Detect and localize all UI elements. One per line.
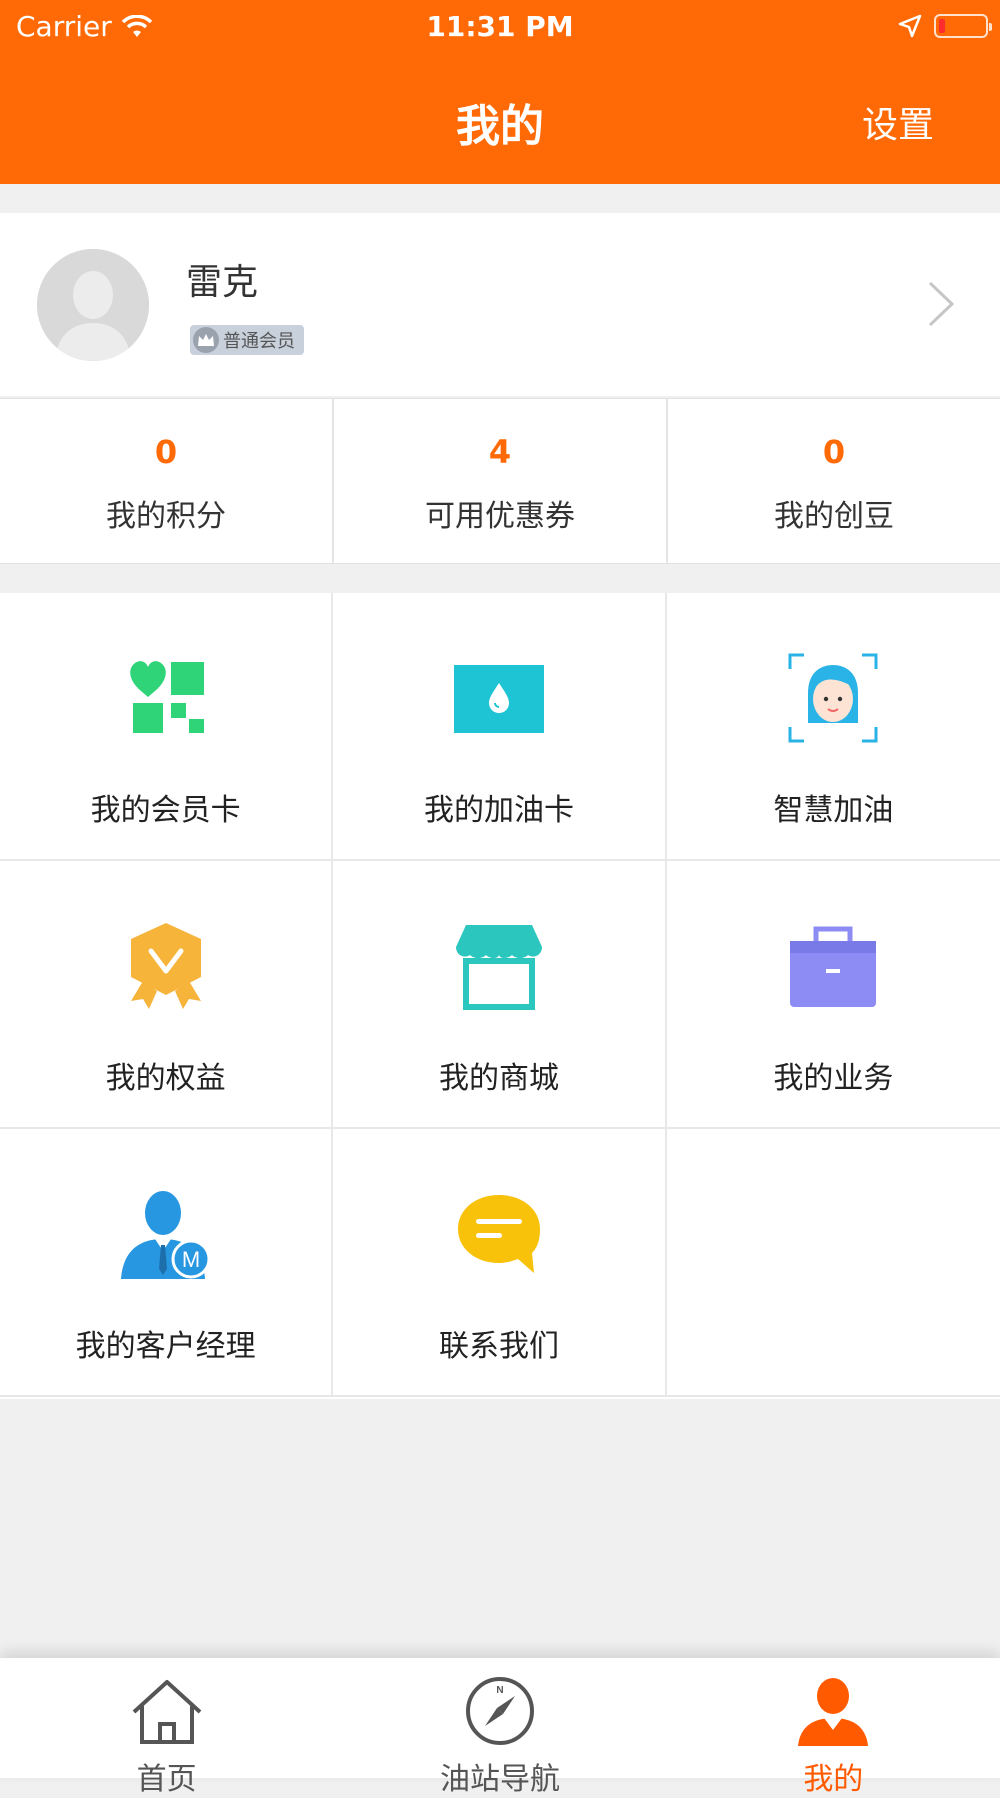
stat-label: 我的创豆 <box>774 499 894 534</box>
menu-item-label: 我的业务 <box>773 1061 894 1096</box>
shop-icon <box>455 925 542 1010</box>
status-bar: Carrier 11:31 PM <box>0 6 1000 46</box>
menu-item-label: 智慧加油 <box>773 793 894 828</box>
stat-points[interactable]: 0 我的积分 <box>0 399 332 563</box>
svg-text:M: M <box>181 1247 199 1272</box>
menu-item-rights[interactable]: 我的权益 <box>0 861 334 1129</box>
menu-grid: 我的会员卡 我的加油卡 智慧加油 我的权益 我的商城 我的业务 M 我的客户经理… <box>0 593 1000 1399</box>
menu-item-fuel-card[interactable]: 我的加油卡 <box>333 593 667 861</box>
page-title: 我的 <box>456 101 544 152</box>
stat-value: 0 <box>822 433 846 471</box>
menu-item-member-card[interactable]: 我的会员卡 <box>0 593 334 861</box>
menu-item-business[interactable]: 我的业务 <box>666 861 1000 1129</box>
tab-bar: 首页 N 油站导航 我的 <box>0 1658 1000 1797</box>
menu-item-empty <box>666 1129 1000 1397</box>
menu-item-label: 我的商城 <box>438 1061 559 1096</box>
menu-item-label: 我的客户经理 <box>75 1329 256 1364</box>
header: Carrier 11:31 PM 我的 设置 <box>0 0 1000 184</box>
status-time: 11:31 PM <box>426 10 574 43</box>
menu-item-label: 联系我们 <box>438 1329 559 1364</box>
tab-home[interactable]: 首页 <box>0 1658 333 1797</box>
settings-button[interactable]: 设置 <box>862 96 934 148</box>
chat-icon <box>457 1195 540 1273</box>
menu-item-label: 我的会员卡 <box>90 793 241 828</box>
menu-item-label: 我的加油卡 <box>423 793 574 828</box>
tab-label: 油站导航 <box>439 1762 560 1797</box>
stat-label: 我的积分 <box>106 499 226 534</box>
tab-label: 首页 <box>136 1762 197 1797</box>
home-icon <box>132 1680 202 1744</box>
profile-card[interactable]: 雷克 普通会员 <box>0 213 1000 396</box>
status-right <box>898 14 992 38</box>
member-badge-label: 普通会员 <box>223 331 295 352</box>
stat-beans[interactable]: 0 我的创豆 <box>666 399 1000 563</box>
menu-item-shop[interactable]: 我的商城 <box>333 861 667 1129</box>
tab-station-navigation[interactable]: N 油站导航 <box>333 1658 666 1797</box>
menu-item-contact-us[interactable]: 联系我们 <box>333 1129 667 1397</box>
fuel-card-icon <box>453 665 544 733</box>
tab-mine[interactable]: 我的 <box>667 1658 1000 1797</box>
stat-value: 0 <box>154 433 178 471</box>
briefcase-icon <box>790 926 877 1007</box>
stat-value: 4 <box>488 433 512 471</box>
chevron-right-icon <box>928 281 955 327</box>
stat-label: 可用优惠券 <box>425 499 575 534</box>
battery-icon <box>934 14 992 38</box>
avatar[interactable] <box>37 249 149 361</box>
menu-item-label: 我的权益 <box>105 1061 226 1096</box>
compass-icon: N <box>465 1677 534 1745</box>
default-avatar-icon <box>37 249 149 361</box>
badge-icon <box>130 923 201 1009</box>
menu-item-account-manager[interactable]: M 我的客户经理 <box>0 1129 334 1397</box>
username: 雷克 <box>186 262 259 303</box>
svg-text:N: N <box>496 1685 503 1696</box>
location-arrow-icon <box>898 14 922 38</box>
person-icon <box>798 1678 869 1746</box>
manager-icon: M <box>120 1191 211 1279</box>
tab-label: 我的 <box>803 1762 864 1797</box>
stats-bar: 0 我的积分 4 可用优惠券 0 我的创豆 <box>0 398 1000 564</box>
member-badge: 普通会员 <box>190 325 304 355</box>
face-scan-icon <box>788 653 878 743</box>
member-card-icon <box>129 661 204 733</box>
crown-icon <box>193 327 219 353</box>
stat-coupons[interactable]: 4 可用优惠券 <box>332 399 666 563</box>
menu-item-smart-fuel[interactable]: 智慧加油 <box>666 593 1000 861</box>
